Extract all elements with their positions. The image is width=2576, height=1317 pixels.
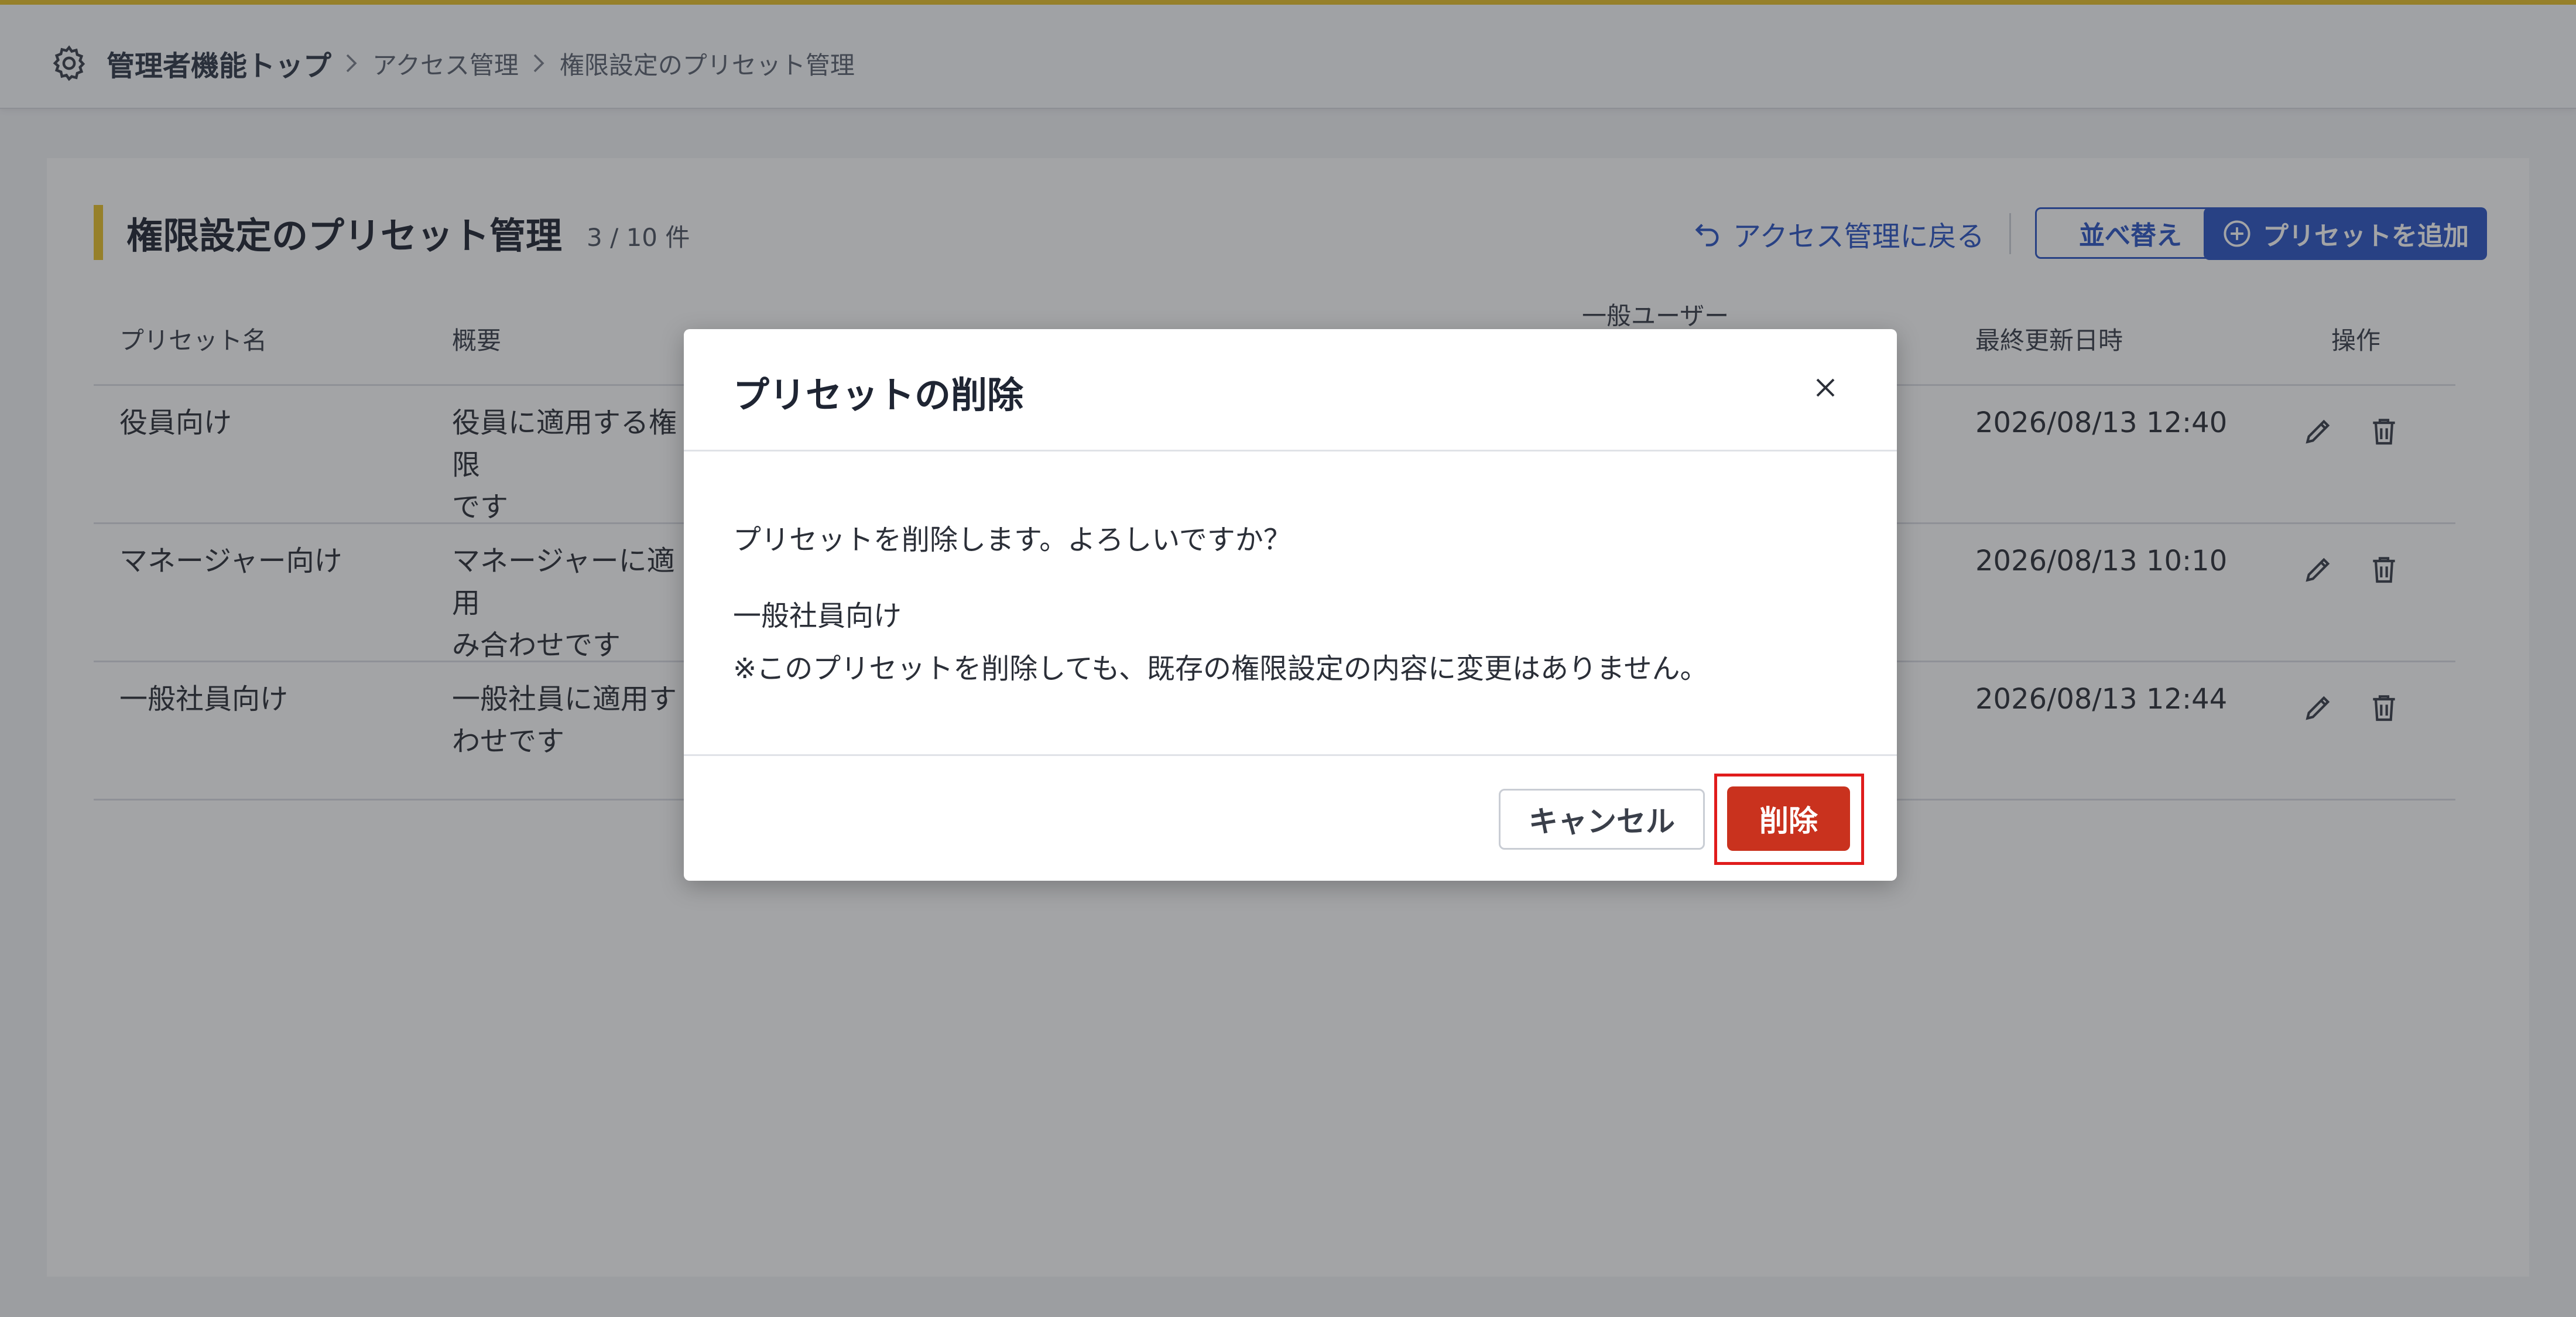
cancel-button[interactable]: キャンセル [1499,789,1705,850]
confirm-question: プリセットを削除します。よろしいですか？ [733,524,1292,556]
close-icon[interactable] [1803,365,1848,410]
delete-button[interactable]: 削除 [1727,786,1850,851]
delete-preset-dialog: プリセットの削除 プリセットを削除します。よろしいですか？ 一般社員向け ※この… [684,329,1897,881]
dialog-title: プリセットの削除 [733,374,1024,416]
dialog-footer: キャンセル 削除 [684,754,1897,882]
dialog-header: プリセットの削除 [684,329,1897,451]
delete-note: ※このプリセットを削除しても、既存の権限設定の内容に変更はありません。 [733,652,1708,685]
target-preset-name: 一般社員向け [733,600,902,632]
